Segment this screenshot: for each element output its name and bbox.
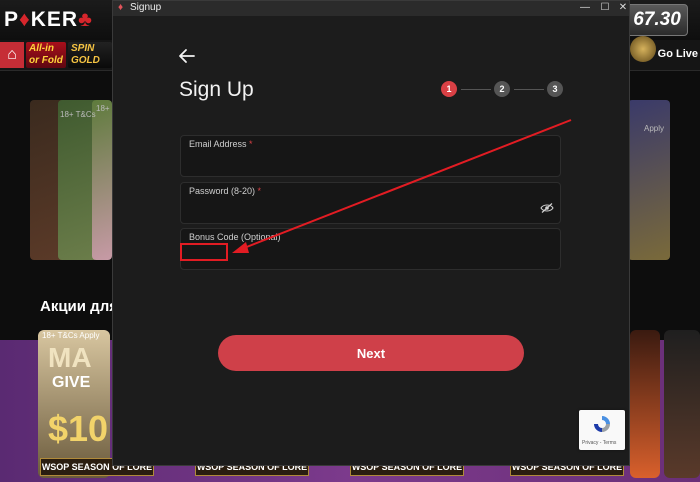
annotation-highlight-box [180, 243, 228, 261]
maximize-button[interactable]: ☐ [595, 1, 615, 16]
home-icon[interactable]: ⌂ [0, 42, 24, 68]
signup-stepper: 1 2 3 [441, 81, 565, 97]
promo-tile[interactable] [630, 330, 660, 478]
bonus-code-field[interactable]: Bonus Code (Optional) [180, 228, 561, 270]
age-disclaimer: Apply [644, 124, 665, 133]
promo-tile[interactable] [664, 330, 700, 478]
promo-tile[interactable]: MA GIVE $10 [38, 330, 110, 478]
recaptcha-privacy-terms[interactable]: Privacy - Terms [582, 440, 616, 446]
age-disclaimer: 18+ T&Cs Apply [42, 331, 100, 340]
eye-slash-icon[interactable] [540, 203, 554, 213]
pokerok-logo: P♦KER♣ [4, 8, 93, 31]
profile-badge[interactable] [630, 36, 656, 62]
email-input[interactable] [189, 152, 533, 174]
bonus-code-label: Bonus Code (Optional) [189, 232, 281, 242]
age-disclaimer: 18+ T&Cs [60, 110, 96, 119]
step-3-indicator: 3 [547, 81, 563, 97]
password-field[interactable]: Password (8-20) * [180, 182, 561, 224]
minimize-button[interactable]: — [575, 1, 595, 16]
step-connector [514, 89, 544, 90]
promo-card[interactable] [92, 100, 112, 260]
step-2-indicator: 2 [494, 81, 510, 97]
promo-tile-amount: $10 [48, 408, 109, 449]
recaptcha-badge[interactable]: Privacy - Terms [579, 410, 625, 450]
promotions-heading: Акции для [40, 298, 118, 315]
email-label: Email Address * [189, 139, 253, 149]
game-tab-allin-or-fold[interactable]: All-in or Fold [26, 42, 66, 68]
window-titlebar[interactable]: ♦ Signup — ☐ ✕ [113, 1, 629, 16]
password-label: Password (8-20) * [189, 186, 262, 196]
balance-display[interactable]: 67.30 [626, 4, 688, 36]
step-1-indicator-active: 1 [441, 81, 457, 97]
promo-tile-subtitle: GIVE [52, 374, 91, 391]
bonus-code-input[interactable] [189, 245, 533, 267]
age-disclaimer: 18+ [96, 104, 110, 113]
window-title: Signup [130, 2, 162, 13]
next-button[interactable]: Next [218, 335, 524, 371]
arrow-left-icon[interactable] [178, 47, 196, 65]
game-tab-spin-gold[interactable]: SPIN GOLD [68, 42, 112, 68]
go-live-link[interactable]: Go Live [658, 48, 698, 60]
email-field[interactable]: Email Address * [180, 135, 561, 177]
password-input[interactable] [189, 199, 533, 221]
page-title: Sign Up [179, 78, 254, 101]
close-button[interactable]: ✕ [613, 1, 633, 16]
signup-window: ♦ Signup — ☐ ✕ Sign Up 1 2 3 Email Addre… [112, 0, 630, 466]
step-connector [461, 89, 491, 90]
promo-tile-title: MA [48, 342, 92, 373]
recaptcha-icon [594, 416, 610, 432]
signup-app-icon: ♦ [118, 2, 124, 13]
